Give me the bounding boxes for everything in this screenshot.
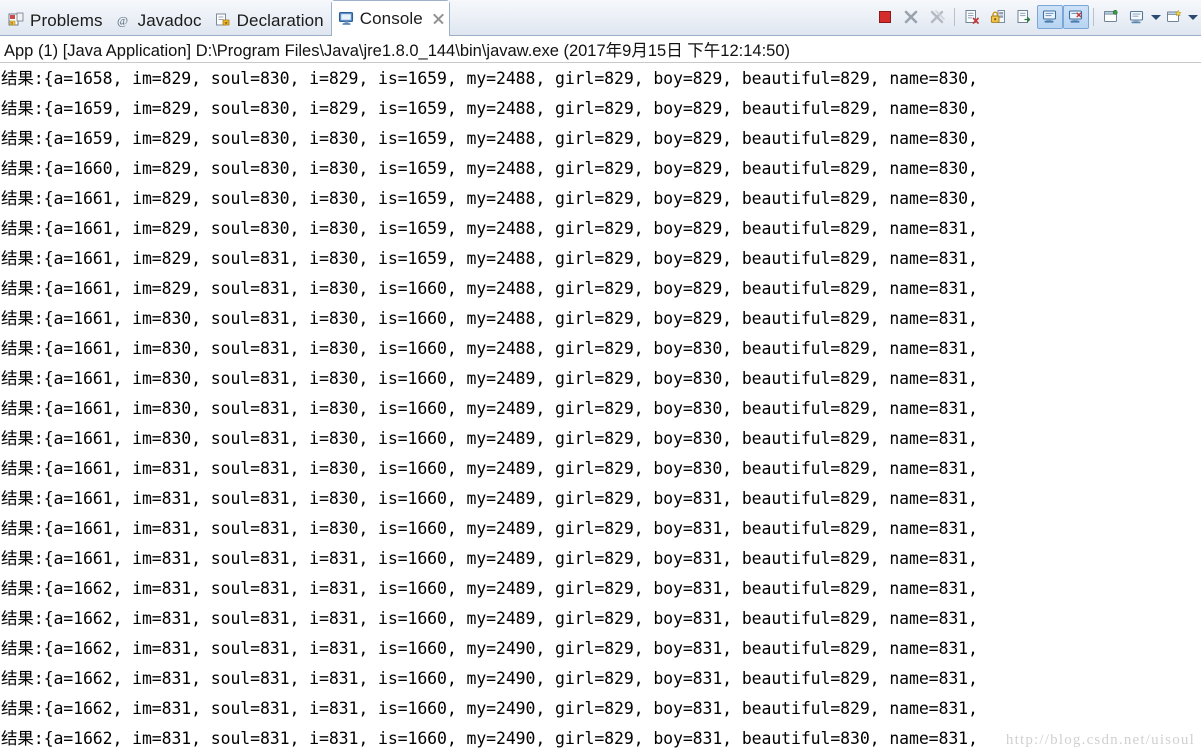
console-line: 结果:{a=1661, im=831, soul=831, i=830, is=…: [1, 459, 978, 478]
tab-declaration-label: Declaration: [236, 10, 324, 30]
view-tab-bar: x Problems @ Javadoc Declaration Console: [0, 0, 1201, 36]
console-icon: [338, 10, 355, 27]
console-line: 结果:{a=1661, im=829, soul=830, i=830, is=…: [1, 219, 978, 238]
console-line: 结果:{a=1662, im=831, soul=831, i=831, is=…: [1, 699, 978, 718]
remove-launch-button[interactable]: [898, 5, 924, 29]
tab-javadoc-label: Javadoc: [137, 10, 202, 30]
console-toolbar: [872, 0, 1201, 35]
console-line: 结果:{a=1661, im=830, soul=831, i=830, is=…: [1, 309, 978, 328]
close-icon[interactable]: [432, 12, 445, 25]
tab-problems[interactable]: x Problems: [2, 6, 110, 35]
open-console-button[interactable]: [1161, 5, 1187, 29]
show-console-on-output-button[interactable]: [1037, 5, 1063, 29]
console-line: 结果:{a=1661, im=830, soul=831, i=830, is=…: [1, 429, 978, 448]
tab-console-label: Console: [359, 8, 423, 28]
show-console-on-error-button[interactable]: [1063, 5, 1089, 29]
clear-console-button[interactable]: [959, 5, 985, 29]
problems-icon: x: [8, 12, 25, 29]
tab-declaration[interactable]: Declaration: [209, 6, 331, 35]
display-selected-console-dropdown-icon[interactable]: [1150, 5, 1161, 29]
console-line-list: 结果:{a=1658, im=829, soul=830, i=829, is=…: [0, 64, 1201, 755]
tab-list: x Problems @ Javadoc Declaration Console: [0, 0, 450, 36]
console-line: 结果:{a=1661, im=831, soul=831, i=831, is=…: [1, 549, 978, 568]
tab-javadoc[interactable]: @ Javadoc: [110, 6, 209, 35]
console-line: 结果:{a=1662, im=831, soul=831, i=831, is=…: [1, 729, 978, 748]
display-selected-console-button[interactable]: [1124, 5, 1150, 29]
console-line: 结果:{a=1660, im=829, soul=830, i=830, is=…: [1, 159, 978, 178]
console-line: 结果:{a=1659, im=829, soul=830, i=829, is=…: [1, 99, 978, 118]
console-line: 结果:{a=1662, im=831, soul=831, i=831, is=…: [1, 669, 978, 688]
pin-console-button[interactable]: [1098, 5, 1124, 29]
launch-configuration-header: App (1) [Java Application] D:\Program Fi…: [0, 36, 1201, 63]
console-line: 结果:{a=1661, im=829, soul=830, i=830, is=…: [1, 189, 978, 208]
console-line: 结果:{a=1661, im=830, soul=831, i=830, is=…: [1, 399, 978, 418]
terminate-button[interactable]: [872, 5, 898, 29]
tab-problems-label: Problems: [30, 10, 103, 30]
console-line: 结果:{a=1658, im=829, soul=830, i=829, is=…: [1, 69, 978, 88]
console-line: 结果:{a=1661, im=831, soul=831, i=830, is=…: [1, 519, 978, 538]
toolbar-separator: [954, 8, 955, 26]
scroll-lock-button[interactable]: [985, 5, 1011, 29]
declaration-icon: [215, 12, 232, 29]
console-line: 结果:{a=1662, im=831, soul=831, i=831, is=…: [1, 579, 978, 598]
console-line: 结果:{a=1661, im=829, soul=831, i=830, is=…: [1, 279, 978, 298]
remove-all-terminated-button[interactable]: [924, 5, 950, 29]
console-line: 结果:{a=1662, im=831, soul=831, i=831, is=…: [1, 609, 978, 628]
console-line: 结果:{a=1661, im=829, soul=831, i=830, is=…: [1, 249, 978, 268]
open-console-dropdown-icon[interactable]: [1187, 5, 1198, 29]
word-wrap-button[interactable]: [1011, 5, 1037, 29]
console-line: 结果:{a=1661, im=830, soul=831, i=830, is=…: [1, 339, 978, 358]
svg-text:@: @: [117, 14, 128, 28]
console-line: 结果:{a=1659, im=829, soul=830, i=830, is=…: [1, 129, 978, 148]
toolbar-separator-2: [1093, 8, 1094, 26]
console-line: 结果:{a=1662, im=831, soul=831, i=831, is=…: [1, 639, 978, 658]
console-output[interactable]: 结果:{a=1658, im=829, soul=830, i=829, is=…: [0, 63, 1201, 755]
console-line: 结果:{a=1661, im=830, soul=831, i=830, is=…: [1, 369, 978, 388]
tab-console[interactable]: Console: [330, 0, 450, 36]
javadoc-icon: @: [116, 12, 133, 29]
console-line: 结果:{a=1661, im=831, soul=831, i=830, is=…: [1, 489, 978, 508]
